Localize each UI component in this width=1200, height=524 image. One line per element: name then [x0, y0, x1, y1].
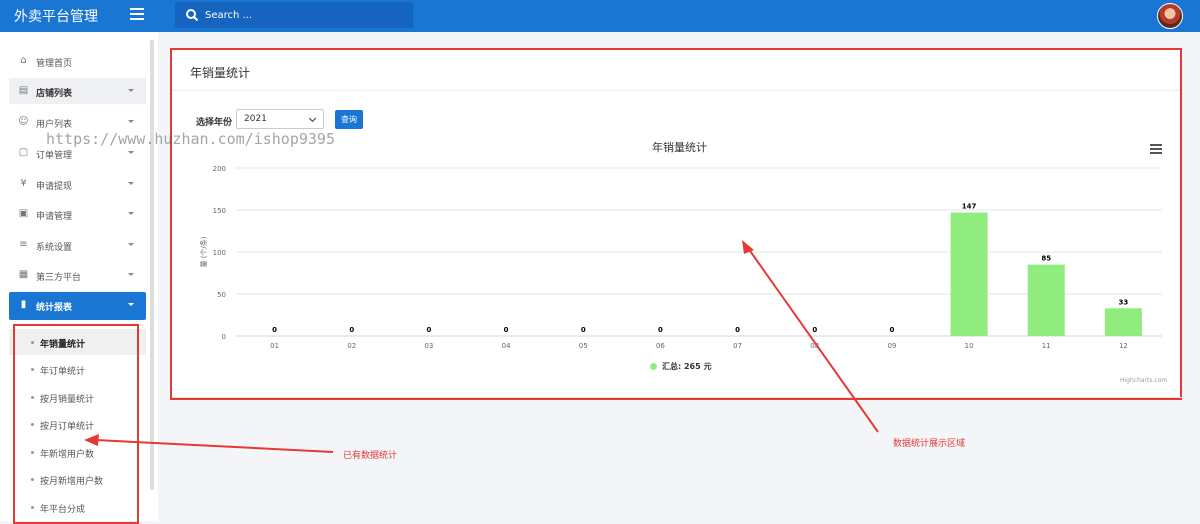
annotation-existing-stats: 已有数据统计: [343, 451, 398, 461]
annotation-arrows: [84, 240, 879, 453]
annotation-display-area: 数据统计展示区域: [893, 439, 966, 449]
